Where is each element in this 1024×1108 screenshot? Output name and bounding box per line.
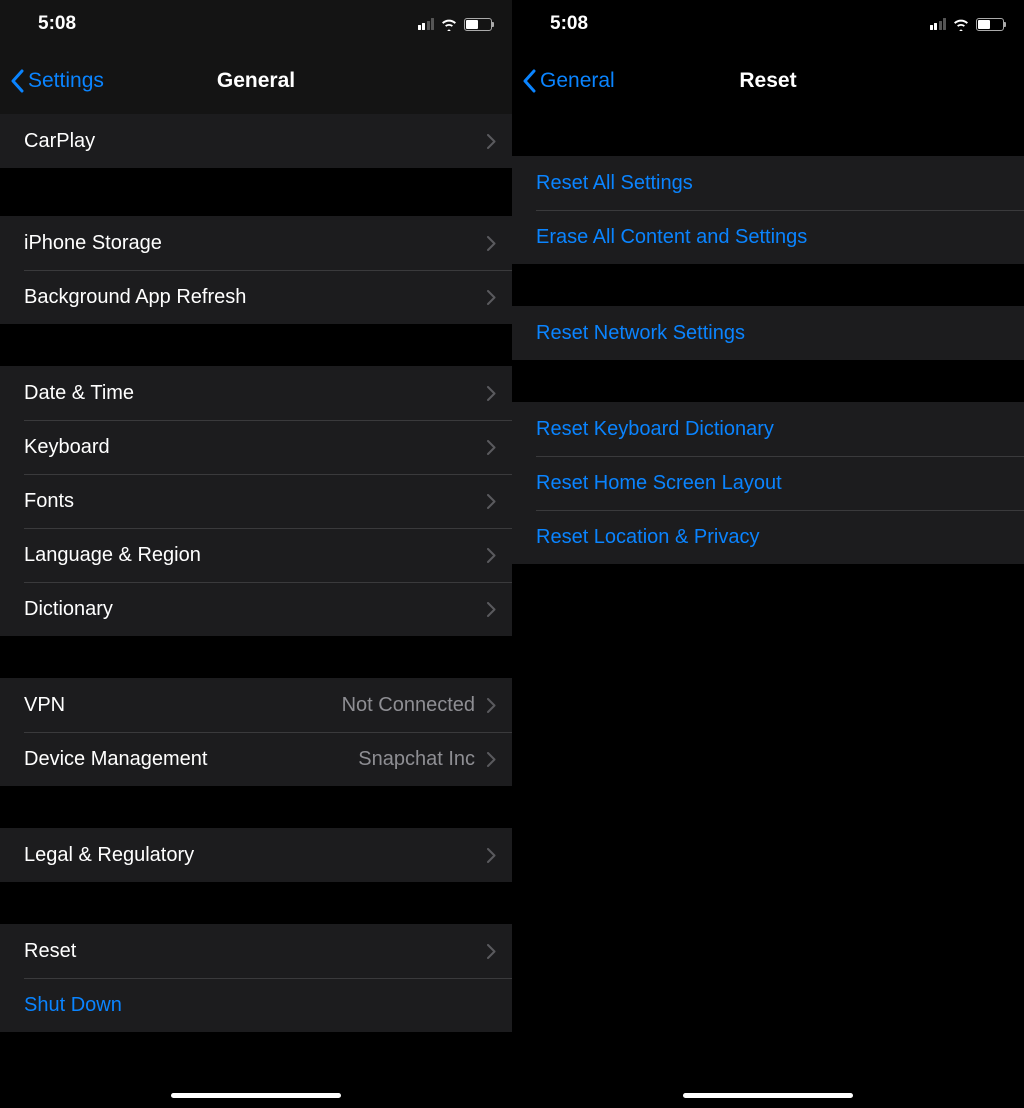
chevron-right-icon (487, 602, 496, 617)
row-label: Fonts (24, 490, 487, 513)
home-indicator[interactable] (171, 1093, 341, 1098)
status-time: 5:08 (38, 13, 76, 35)
row-label: iPhone Storage (24, 232, 487, 255)
row-fonts[interactable]: Fonts (0, 474, 512, 528)
row-iphone-storage[interactable]: iPhone Storage (0, 216, 512, 270)
row-date-time[interactable]: Date & Time (0, 366, 512, 420)
nav-bar: Settings General (0, 48, 512, 114)
row-label: Reset All Settings (536, 172, 1008, 195)
row-label: Reset Keyboard Dictionary (536, 418, 1008, 441)
chevron-right-icon (487, 134, 496, 149)
page-title: Reset (739, 69, 796, 93)
chevron-right-icon (487, 698, 496, 713)
status-icons (930, 17, 1005, 31)
row-label: Legal & Regulatory (24, 844, 487, 867)
row-reset-home-screen-layout[interactable]: Reset Home Screen Layout (512, 456, 1024, 510)
row-dictionary[interactable]: Dictionary (0, 582, 512, 636)
general-content: CarPlay iPhone Storage Background App Re… (0, 114, 512, 1108)
row-device-management[interactable]: Device Management Snapchat Inc (0, 732, 512, 786)
row-reset-all-settings[interactable]: Reset All Settings (512, 156, 1024, 210)
row-reset-location-privacy[interactable]: Reset Location & Privacy (512, 510, 1024, 564)
row-reset-keyboard-dictionary[interactable]: Reset Keyboard Dictionary (512, 402, 1024, 456)
row-label: CarPlay (24, 130, 487, 153)
chevron-right-icon (487, 944, 496, 959)
chevron-right-icon (487, 290, 496, 305)
row-label: VPN (24, 694, 342, 717)
chevron-right-icon (487, 752, 496, 767)
back-button-general[interactable]: General (522, 69, 615, 93)
row-language-region[interactable]: Language & Region (0, 528, 512, 582)
reset-content: Reset All Settings Erase All Content and… (512, 114, 1024, 1108)
row-label: Keyboard (24, 436, 487, 459)
row-label: Background App Refresh (24, 286, 487, 309)
row-carplay[interactable]: CarPlay (0, 114, 512, 168)
row-label: Device Management (24, 748, 358, 771)
chevron-right-icon (487, 386, 496, 401)
row-background-app-refresh[interactable]: Background App Refresh (0, 270, 512, 324)
row-erase-all-content[interactable]: Erase All Content and Settings (512, 210, 1024, 264)
chevron-left-icon (10, 69, 24, 93)
chevron-right-icon (487, 236, 496, 251)
row-label: Reset (24, 940, 487, 963)
status-time: 5:08 (550, 13, 588, 35)
row-reset-network-settings[interactable]: Reset Network Settings (512, 306, 1024, 360)
cellular-signal-icon (418, 18, 435, 30)
row-label: Erase All Content and Settings (536, 226, 1008, 249)
row-legal-regulatory[interactable]: Legal & Regulatory (0, 828, 512, 882)
cellular-signal-icon (930, 18, 947, 30)
chevron-left-icon (522, 69, 536, 93)
screen-general: 5:08 Settings General (0, 0, 512, 1108)
status-bar: 5:08 (512, 0, 1024, 48)
row-label: Shut Down (24, 994, 496, 1017)
status-icons (418, 17, 493, 31)
battery-icon (464, 18, 492, 31)
back-label: General (540, 69, 615, 93)
row-shut-down[interactable]: Shut Down (0, 978, 512, 1032)
battery-icon (976, 18, 1004, 31)
back-button-settings[interactable]: Settings (10, 69, 104, 93)
row-value: Snapchat Inc (358, 748, 475, 771)
chevron-right-icon (487, 848, 496, 863)
row-keyboard[interactable]: Keyboard (0, 420, 512, 474)
chevron-right-icon (487, 548, 496, 563)
back-label: Settings (28, 69, 104, 93)
page-title: General (217, 69, 295, 93)
chevron-right-icon (487, 494, 496, 509)
nav-bar: General Reset (512, 48, 1024, 114)
row-label: Reset Network Settings (536, 322, 1008, 345)
row-reset[interactable]: Reset (0, 924, 512, 978)
wifi-icon (440, 17, 458, 31)
row-label: Dictionary (24, 598, 487, 621)
screen-reset: 5:08 General Reset (512, 0, 1024, 1108)
row-label: Reset Home Screen Layout (536, 472, 1008, 495)
home-indicator[interactable] (683, 1093, 853, 1098)
chevron-right-icon (487, 440, 496, 455)
row-value: Not Connected (342, 694, 475, 717)
wifi-icon (952, 17, 970, 31)
status-bar: 5:08 (0, 0, 512, 48)
row-vpn[interactable]: VPN Not Connected (0, 678, 512, 732)
row-label: Date & Time (24, 382, 487, 405)
row-label: Reset Location & Privacy (536, 526, 1008, 549)
row-label: Language & Region (24, 544, 487, 567)
